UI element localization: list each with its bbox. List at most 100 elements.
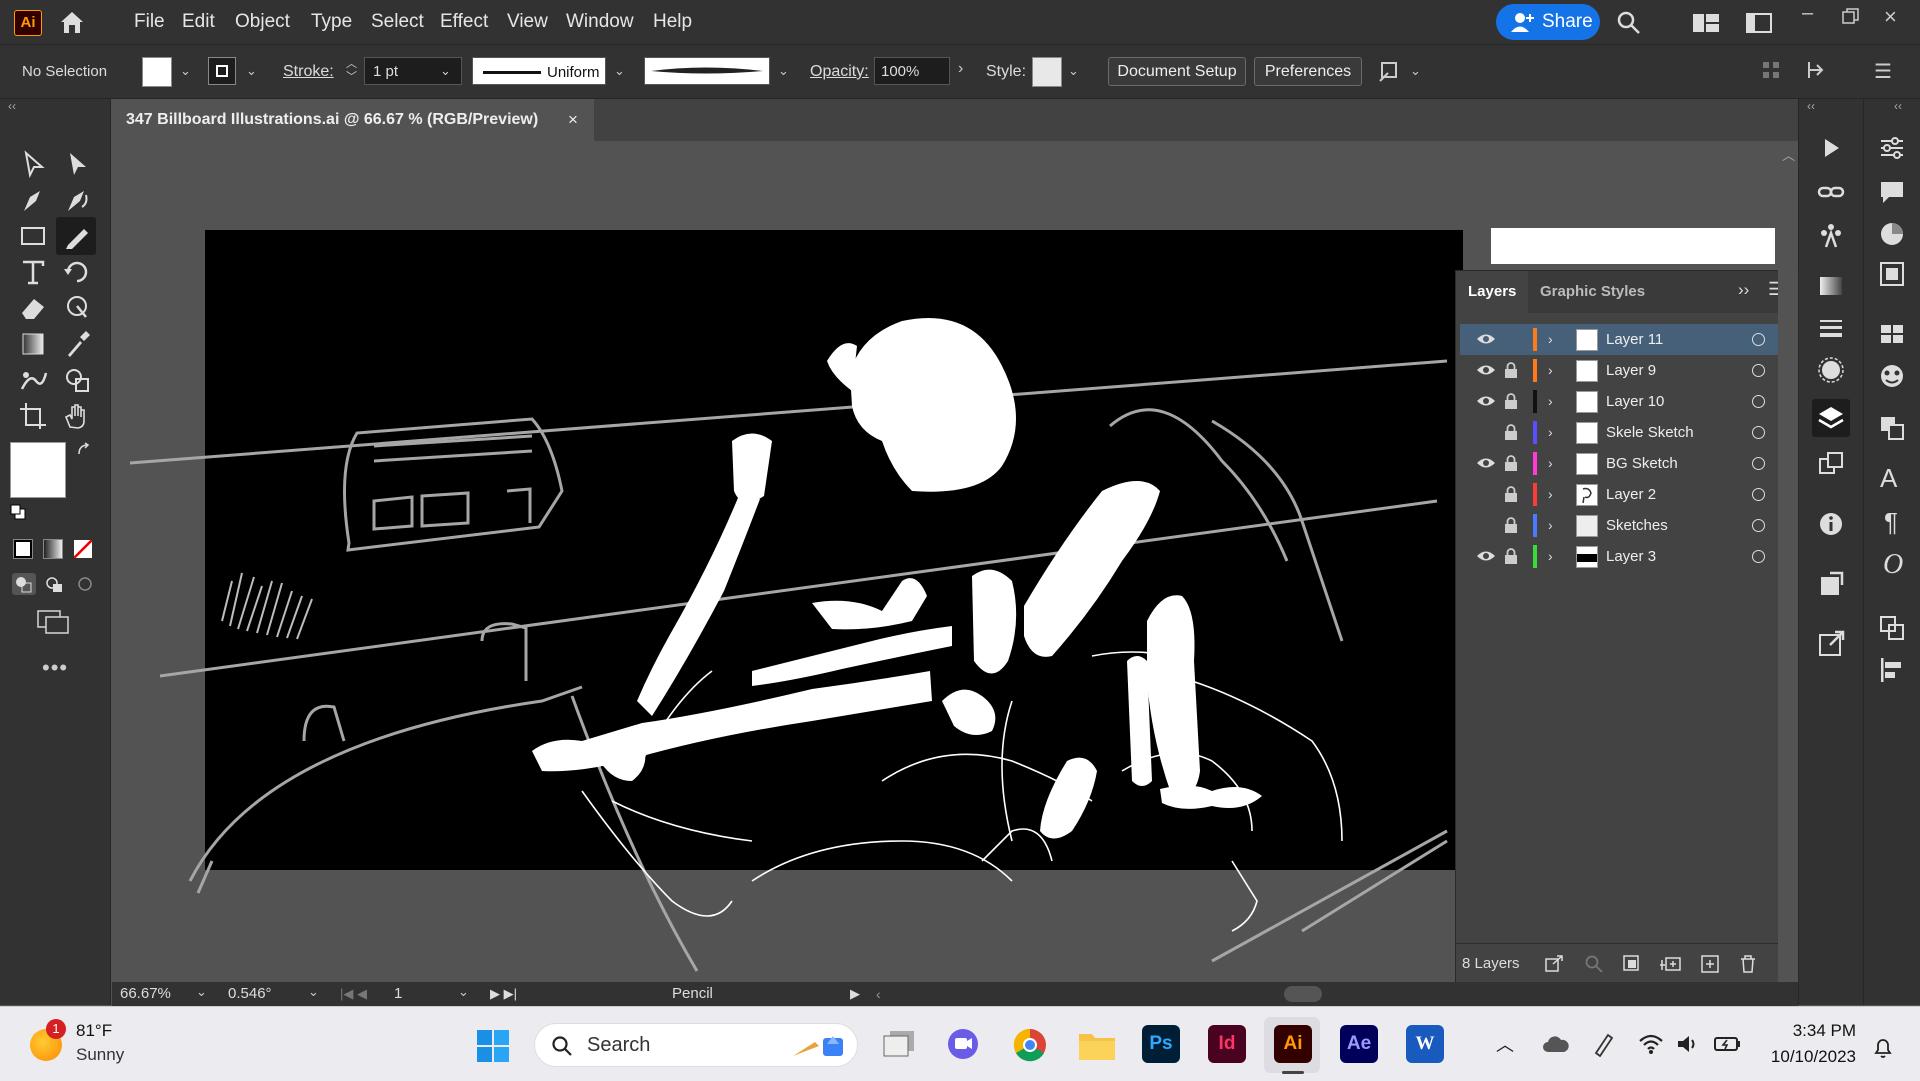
expand-chevron-right-icon[interactable]: › bbox=[1548, 417, 1553, 448]
rectangle-tool-icon[interactable] bbox=[16, 219, 50, 253]
profile-chevron-down-icon[interactable]: ⌄ bbox=[614, 63, 625, 79]
vertical-scrollbar[interactable]: ︿ bbox=[1778, 141, 1798, 982]
layer-row[interactable]: › Layer 11 bbox=[1460, 324, 1794, 355]
comments-icon[interactable] bbox=[1877, 177, 1907, 207]
menu-select[interactable]: Select bbox=[371, 0, 424, 44]
weather-temp[interactable]: 81°F bbox=[76, 1021, 112, 1041]
arrange-documents-icon[interactable] bbox=[1746, 13, 1772, 33]
lock-icon[interactable] bbox=[1504, 424, 1518, 440]
transform-icon[interactable] bbox=[1806, 59, 1828, 81]
character-panel-icon[interactable]: A bbox=[1880, 463, 1897, 494]
new-sublayer-icon[interactable] bbox=[1660, 954, 1682, 974]
color-panel-icon[interactable] bbox=[1877, 219, 1907, 249]
show-hidden-icons-chevron[interactable]: ︿ bbox=[1496, 1031, 1514, 1057]
selection-tool-icon[interactable] bbox=[16, 147, 50, 181]
panel-menu-icon[interactable]: ☰ bbox=[1874, 59, 1892, 84]
layer-row[interactable]: › Skele Sketch bbox=[1460, 417, 1794, 448]
status-menu-arrow-icon[interactable]: ▶ bbox=[850, 982, 860, 1006]
menu-effect[interactable]: Effect bbox=[440, 0, 488, 44]
opacity-chevron-right-icon[interactable]: › bbox=[958, 60, 963, 78]
stroke-stepper[interactable]: ︿ ﹀ bbox=[346, 58, 357, 84]
expand-chevron-right-icon[interactable]: › bbox=[1548, 479, 1553, 510]
photoshop-app-icon[interactable]: Ps bbox=[1142, 1025, 1180, 1063]
fill-color[interactable] bbox=[10, 442, 66, 498]
artboard-number[interactable]: 1 bbox=[394, 982, 402, 1006]
visibility-eye-icon[interactable] bbox=[1476, 394, 1496, 408]
minimize-button[interactable]: – bbox=[1802, 2, 1813, 25]
layer-name[interactable]: Layer 3 bbox=[1606, 541, 1656, 572]
puppet-warp-tool-icon[interactable] bbox=[16, 363, 50, 397]
menu-object[interactable]: Object bbox=[235, 0, 290, 44]
artboard-chevron-down-icon[interactable]: ⌄ bbox=[458, 984, 469, 1000]
color-mode-icon[interactable] bbox=[13, 539, 33, 559]
scroll-up-icon[interactable]: ︿ bbox=[1782, 145, 1795, 164]
layer-target-icon[interactable] bbox=[1752, 550, 1765, 563]
tab-layers[interactable]: Layers bbox=[1468, 271, 1516, 313]
artwork-canvas[interactable] bbox=[112, 141, 1455, 982]
layer-name[interactable]: Layer 9 bbox=[1606, 355, 1656, 386]
share-button[interactable]: Share bbox=[1496, 4, 1600, 40]
actions-play-icon[interactable] bbox=[1816, 133, 1846, 163]
opentype-panel-icon[interactable]: O bbox=[1883, 549, 1903, 581]
layer-name[interactable]: Sketches bbox=[1606, 510, 1668, 541]
expand-chevron-right-icon[interactable]: › bbox=[1548, 355, 1553, 386]
warp-tool-icon[interactable] bbox=[60, 291, 94, 325]
menu-type[interactable]: Type bbox=[311, 0, 352, 44]
chrome-icon[interactable] bbox=[1012, 1027, 1048, 1063]
arrange-chevron-down-icon[interactable]: ⌄ bbox=[1410, 63, 1421, 79]
info-icon[interactable] bbox=[1816, 509, 1846, 539]
puppet-pins-icon[interactable] bbox=[1816, 219, 1846, 249]
expand-chevron-right-icon[interactable]: › bbox=[1548, 324, 1553, 355]
lock-icon[interactable] bbox=[1504, 486, 1518, 502]
layer-row[interactable]: › BG Sketch bbox=[1460, 448, 1794, 479]
pen-tool-icon[interactable] bbox=[16, 183, 50, 217]
collapse-panel-icon[interactable]: ‹‹ bbox=[8, 99, 16, 113]
direct-selection-tool-icon[interactable] bbox=[60, 147, 94, 181]
opacity-input[interactable]: 100% bbox=[874, 57, 950, 85]
close-window-button[interactable]: × bbox=[1884, 4, 1897, 30]
eyedropper-tool-icon[interactable] bbox=[60, 327, 94, 361]
layer-name[interactable]: Skele Sketch bbox=[1606, 417, 1694, 448]
delete-layer-icon[interactable] bbox=[1738, 954, 1758, 974]
layer-row[interactable]: › Layer 9 bbox=[1460, 355, 1794, 386]
fill-swatch[interactable] bbox=[142, 57, 172, 87]
visibility-eye-icon[interactable] bbox=[1476, 549, 1496, 563]
gradient-mode-icon[interactable] bbox=[43, 539, 63, 559]
stroke-chevron-down-icon[interactable]: ⌄ bbox=[246, 63, 257, 79]
clock-date[interactable]: 10/10/2023 bbox=[1750, 1047, 1856, 1067]
opacity-label[interactable]: Opacity: bbox=[810, 45, 869, 98]
menu-view[interactable]: View bbox=[507, 0, 548, 44]
windows-start-icon[interactable] bbox=[476, 1029, 510, 1063]
style-chevron-down-icon[interactable]: ⌄ bbox=[1068, 63, 1079, 79]
curvature-tool-icon[interactable] bbox=[60, 183, 94, 217]
swatches-icon[interactable] bbox=[1877, 319, 1907, 349]
eraser-tool-icon[interactable] bbox=[16, 291, 50, 325]
variable-width-profile[interactable]: Uniform bbox=[472, 57, 606, 85]
layer-target-icon[interactable] bbox=[1752, 519, 1765, 532]
layer-target-icon[interactable] bbox=[1752, 333, 1765, 346]
gradient-panel-icon[interactable] bbox=[1816, 271, 1846, 301]
onedrive-icon[interactable] bbox=[1542, 1035, 1570, 1053]
layer-target-icon[interactable] bbox=[1752, 426, 1765, 439]
graphic-style-swatch[interactable] bbox=[1032, 57, 1062, 87]
weather-condition[interactable]: Sunny bbox=[76, 1045, 124, 1065]
layer-name[interactable]: Layer 10 bbox=[1606, 386, 1664, 417]
layer-name[interactable]: Layer 11 bbox=[1606, 324, 1663, 355]
teams-chat-icon[interactable] bbox=[946, 1027, 980, 1061]
shape-builder-tool-icon[interactable] bbox=[60, 363, 94, 397]
layer-target-icon[interactable] bbox=[1752, 488, 1765, 501]
locate-object-icon[interactable] bbox=[1584, 954, 1604, 974]
rotation-chevron-down-icon[interactable]: ⌄ bbox=[308, 984, 319, 1000]
transform-panel-icon[interactable] bbox=[1877, 413, 1907, 443]
lock-icon[interactable] bbox=[1504, 517, 1518, 533]
home-icon[interactable] bbox=[58, 9, 86, 35]
volume-icon[interactable] bbox=[1676, 1033, 1700, 1055]
expand-dock-right-icon[interactable]: ‹‹ bbox=[1894, 99, 1902, 113]
menu-edit[interactable]: Edit bbox=[182, 0, 215, 44]
change-screen-mode-icon[interactable] bbox=[36, 609, 72, 635]
tab-graphic-styles[interactable]: Graphic Styles bbox=[1540, 271, 1645, 313]
layer-row[interactable]: › Layer 10 bbox=[1460, 386, 1794, 417]
layer-row[interactable]: › Layer 3 bbox=[1460, 541, 1794, 572]
clipping-mask-icon[interactable] bbox=[1622, 954, 1642, 974]
after-effects-app-icon[interactable]: Ae bbox=[1340, 1025, 1378, 1063]
